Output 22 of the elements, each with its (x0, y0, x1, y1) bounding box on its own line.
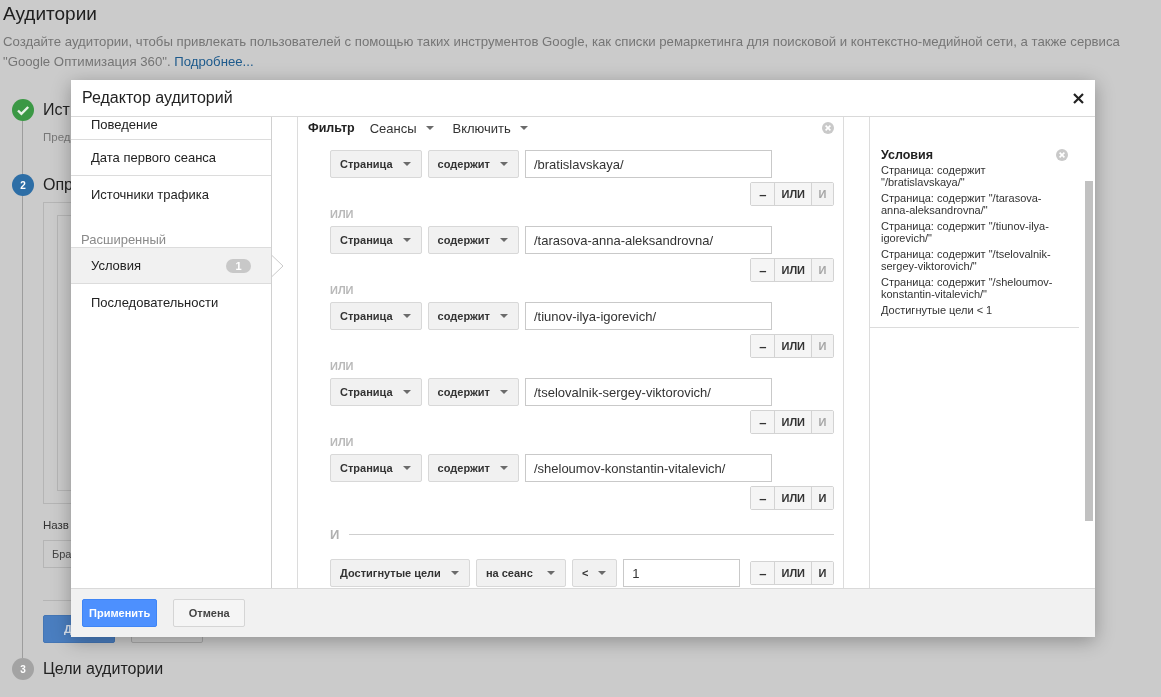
summary-line: Страница: содержит "/tiunov-ilya-igorevich/" (881, 220, 1050, 244)
dialog-title: Редактор аудиторий (82, 89, 233, 107)
step-number: 3 (12, 658, 34, 680)
step-number: 2 (12, 174, 34, 196)
connector-label: И (330, 526, 340, 543)
summary-line: Страница: содержит "/tarasova-anna-aleksandrovna/" (881, 192, 1043, 216)
summary-line: Достигнутые цели < 1 (881, 304, 994, 316)
step-title: Цели аудитории (43, 660, 164, 678)
summary-line: Страница: содержит "/sheloumov-konstantin-vitalevich/" (881, 276, 1054, 300)
connector-label: ИЛИ (330, 359, 354, 374)
page-description: Создайте аудитории, чтобы привлекать пользователей с помощью таких инструментов Google, как списки ремаркетинга для поисковой и контекстно-медийной сети, а также сервиса "Google Оптимизация 360". Подробнее... (3, 33, 1121, 71)
page-title: Аудитории (2, 2, 97, 26)
summary-line: Страница: содержит "/bratislavskaya/" (881, 164, 987, 188)
connector-label: ИЛИ (330, 207, 354, 222)
summary-title: Условия (881, 148, 933, 162)
step-title: Ист (43, 101, 70, 119)
connector-label: ИЛИ (330, 435, 354, 450)
step-description: Пред (43, 130, 71, 145)
filter-label: Фильтр (308, 121, 355, 135)
field-label: Назв (43, 518, 69, 533)
summary-line: Страница: содержит "/tselovalnik-sergey-viktorovich/" (881, 248, 1052, 272)
connector-label: ИЛИ (330, 283, 354, 298)
